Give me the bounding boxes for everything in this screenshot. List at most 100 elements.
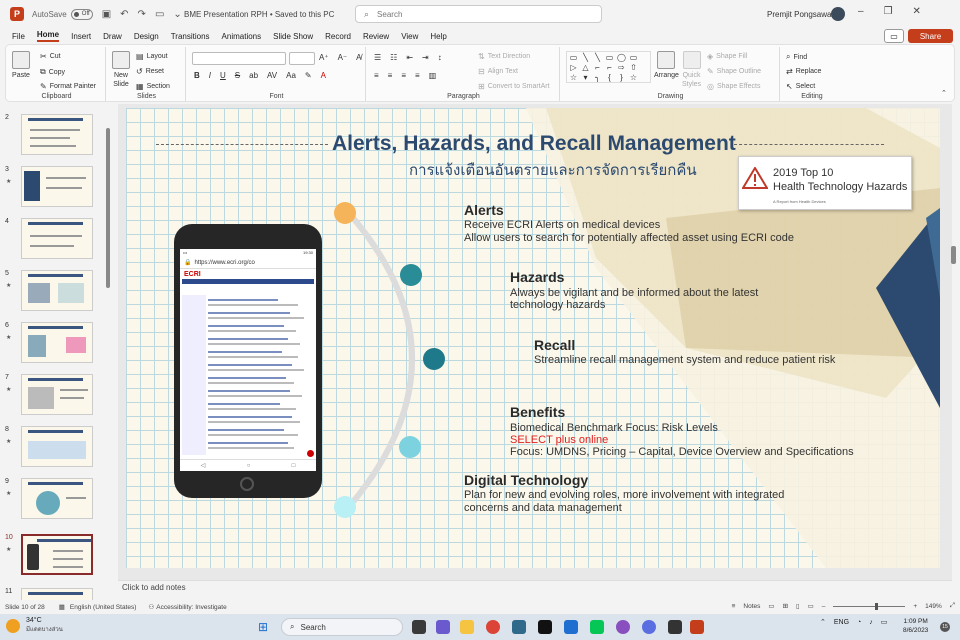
arrange-button[interactable]: Arrange bbox=[654, 51, 679, 80]
alerts-heading[interactable]: Alerts bbox=[464, 202, 504, 218]
thumbnail-slide-9[interactable]: 9 ★ bbox=[5, 478, 110, 523]
redo-icon[interactable]: ↷ bbox=[138, 9, 146, 20]
alerts-line2[interactable]: Allow users to search for potentially af… bbox=[464, 232, 794, 244]
thumbnail-slide-7[interactable]: 7 ★ bbox=[5, 374, 110, 419]
thumbnail-slide-6[interactable]: 6 ★ bbox=[5, 322, 110, 367]
select-button[interactable]: ↖ Select bbox=[786, 82, 815, 91]
thumbnail-slide-3[interactable]: 3 ★ bbox=[5, 166, 110, 211]
recall-line1[interactable]: Streamline recall management system and … bbox=[534, 354, 835, 366]
digital-line1[interactable]: Plan for new and evolving roles, more in… bbox=[464, 489, 784, 501]
hazards-line2[interactable]: technology hazards bbox=[510, 299, 605, 311]
language-indicator[interactable]: ENG bbox=[834, 619, 849, 626]
align-center-icon[interactable]: ≡ bbox=[388, 71, 393, 80]
accessibility-status[interactable]: Accessibility: Investigate bbox=[156, 604, 226, 611]
decrease-indent-icon[interactable]: ⇤ bbox=[406, 53, 413, 62]
app-icon[interactable] bbox=[512, 620, 526, 634]
align-left-icon[interactable]: ≡ bbox=[374, 71, 379, 80]
align-text-button[interactable]: ⊟ Align Text bbox=[478, 67, 518, 76]
windows-start-icon[interactable]: ⊞ bbox=[258, 620, 268, 634]
tab-design[interactable]: Design bbox=[134, 32, 159, 41]
spelling-icon[interactable]: ▦ bbox=[59, 603, 65, 611]
undo-icon[interactable]: ↶ bbox=[120, 9, 128, 20]
battery-icon[interactable]: ▭ bbox=[881, 618, 888, 626]
highlight-icon[interactable]: ✎ bbox=[305, 71, 312, 80]
replace-button[interactable]: ⇄ Replace bbox=[786, 67, 821, 76]
taskbar-search[interactable]: ⌕ Search bbox=[281, 618, 403, 636]
copy-button[interactable]: ⧉ Copy bbox=[40, 67, 65, 77]
canvas-scrollbar[interactable] bbox=[951, 246, 956, 264]
messenger-icon[interactable] bbox=[642, 620, 656, 634]
tray-overflow-icon[interactable]: ⌃ bbox=[820, 618, 826, 626]
tab-transitions[interactable]: Transitions bbox=[171, 32, 210, 41]
hazards-heading[interactable]: Hazards bbox=[510, 269, 564, 285]
shape-effects-button[interactable]: ◎ Shape Effects bbox=[707, 82, 760, 91]
thumbnail-scrollbar[interactable] bbox=[106, 128, 110, 288]
smartart-button[interactable]: ⊞ Convert to SmartArt bbox=[478, 82, 550, 91]
thumbnail-slide-10[interactable]: 10 ★ bbox=[5, 534, 110, 579]
zoom-out-icon[interactable]: – bbox=[822, 603, 826, 610]
save-icon[interactable]: ▣ bbox=[102, 9, 111, 20]
shapes-gallery[interactable]: ▭ ╲ ╲ ▭ ◯ ▭ ▷ △ ⌐ ⌐ ⇨ ⇧ ☆ ▾ ╮{} ☆ bbox=[566, 51, 651, 83]
volume-icon[interactable]: ♪ bbox=[869, 619, 873, 626]
customize-qat-icon[interactable]: ⌄ bbox=[173, 9, 181, 20]
benefits-line3[interactable]: Focus: UMDNS, Pricing – Capital, Device … bbox=[510, 446, 854, 458]
share-button[interactable]: Share bbox=[908, 29, 953, 43]
normal-view-icon[interactable]: ▭ bbox=[768, 602, 774, 610]
notes-button[interactable]: Notes bbox=[743, 603, 760, 610]
teams-icon[interactable] bbox=[436, 620, 450, 634]
fit-slide-icon[interactable]: ⤢ bbox=[950, 602, 955, 610]
autosave-toggle[interactable]: Off bbox=[70, 8, 93, 20]
layout-button[interactable]: ▤ Layout bbox=[136, 52, 168, 61]
language-indicator[interactable]: English (United States) bbox=[70, 604, 136, 611]
tab-slide-show[interactable]: Slide Show bbox=[273, 32, 313, 41]
app-icon[interactable] bbox=[616, 620, 630, 634]
benefits-line1[interactable]: Biomedical Benchmark Focus: Risk Levels bbox=[510, 422, 718, 434]
restore-icon[interactable]: ❐ bbox=[884, 6, 893, 17]
tab-file[interactable]: File bbox=[12, 32, 25, 41]
user-name[interactable]: Premjit Pongsawan bbox=[767, 10, 836, 19]
change-case-icon[interactable]: Aa bbox=[286, 71, 296, 80]
font-color-icon[interactable]: A bbox=[321, 71, 326, 80]
tab-insert[interactable]: Insert bbox=[71, 32, 91, 41]
present-icon[interactable]: ▭ bbox=[155, 9, 164, 20]
slide-sorter-icon[interactable]: ⊞ bbox=[783, 602, 788, 610]
tab-record[interactable]: Record bbox=[325, 32, 351, 41]
minimize-icon[interactable]: – bbox=[858, 6, 864, 17]
word-icon[interactable] bbox=[564, 620, 578, 634]
recall-heading[interactable]: Recall bbox=[534, 337, 575, 353]
tab-view[interactable]: View bbox=[401, 32, 418, 41]
cut-button[interactable]: ✂ Cut bbox=[40, 52, 61, 61]
benefits-heading[interactable]: Benefits bbox=[510, 404, 565, 420]
align-right-icon[interactable]: ≡ bbox=[401, 71, 406, 80]
chrome-icon[interactable] bbox=[486, 620, 500, 634]
search-input[interactable]: ⌕ Search bbox=[355, 5, 602, 23]
zoom-slider-knob[interactable] bbox=[875, 602, 879, 610]
line-icon[interactable] bbox=[590, 620, 604, 634]
font-size-select[interactable] bbox=[289, 52, 315, 65]
columns-icon[interactable]: ▥ bbox=[429, 71, 437, 80]
zoom-in-icon[interactable]: + bbox=[913, 603, 917, 610]
increase-indent-icon[interactable]: ⇥ bbox=[422, 53, 429, 62]
shape-fill-button[interactable]: ◈ Shape Fill bbox=[707, 52, 747, 61]
collapse-ribbon-icon[interactable]: ⌃ bbox=[941, 89, 947, 97]
slide[interactable]: Alerts, Hazards, and Recall Management ก… bbox=[126, 108, 940, 568]
thumbnail-slide-11[interactable]: 11 bbox=[5, 588, 110, 600]
reading-view-icon[interactable]: ▯ bbox=[796, 602, 800, 610]
tab-review[interactable]: Review bbox=[363, 32, 389, 41]
tab-animations[interactable]: Animations bbox=[222, 32, 262, 41]
notes-pane[interactable]: Click to add notes bbox=[118, 580, 952, 595]
font-family-select[interactable] bbox=[192, 52, 286, 65]
task-view-icon[interactable] bbox=[412, 620, 426, 634]
netflix-icon[interactable] bbox=[538, 620, 552, 634]
shape-outline-button[interactable]: ✎ Shape Outline bbox=[707, 67, 761, 76]
bullets-icon[interactable]: ☰ bbox=[374, 53, 381, 62]
tab-home[interactable]: Home bbox=[36, 30, 60, 42]
digital-line2[interactable]: concerns and data management bbox=[464, 502, 622, 514]
notification-badge[interactable]: 15 bbox=[940, 622, 950, 632]
text-direction-button[interactable]: ⇅ Text Direction bbox=[478, 52, 530, 61]
thumbnail-slide-5[interactable]: 5 ★ bbox=[5, 270, 110, 315]
section-button[interactable]: ▦ Section bbox=[136, 82, 170, 91]
new-slide-button[interactable]: New Slide bbox=[112, 51, 130, 89]
find-button[interactable]: ⌕ Find bbox=[786, 52, 807, 62]
grow-font-icon[interactable]: A⁺ bbox=[319, 53, 329, 62]
